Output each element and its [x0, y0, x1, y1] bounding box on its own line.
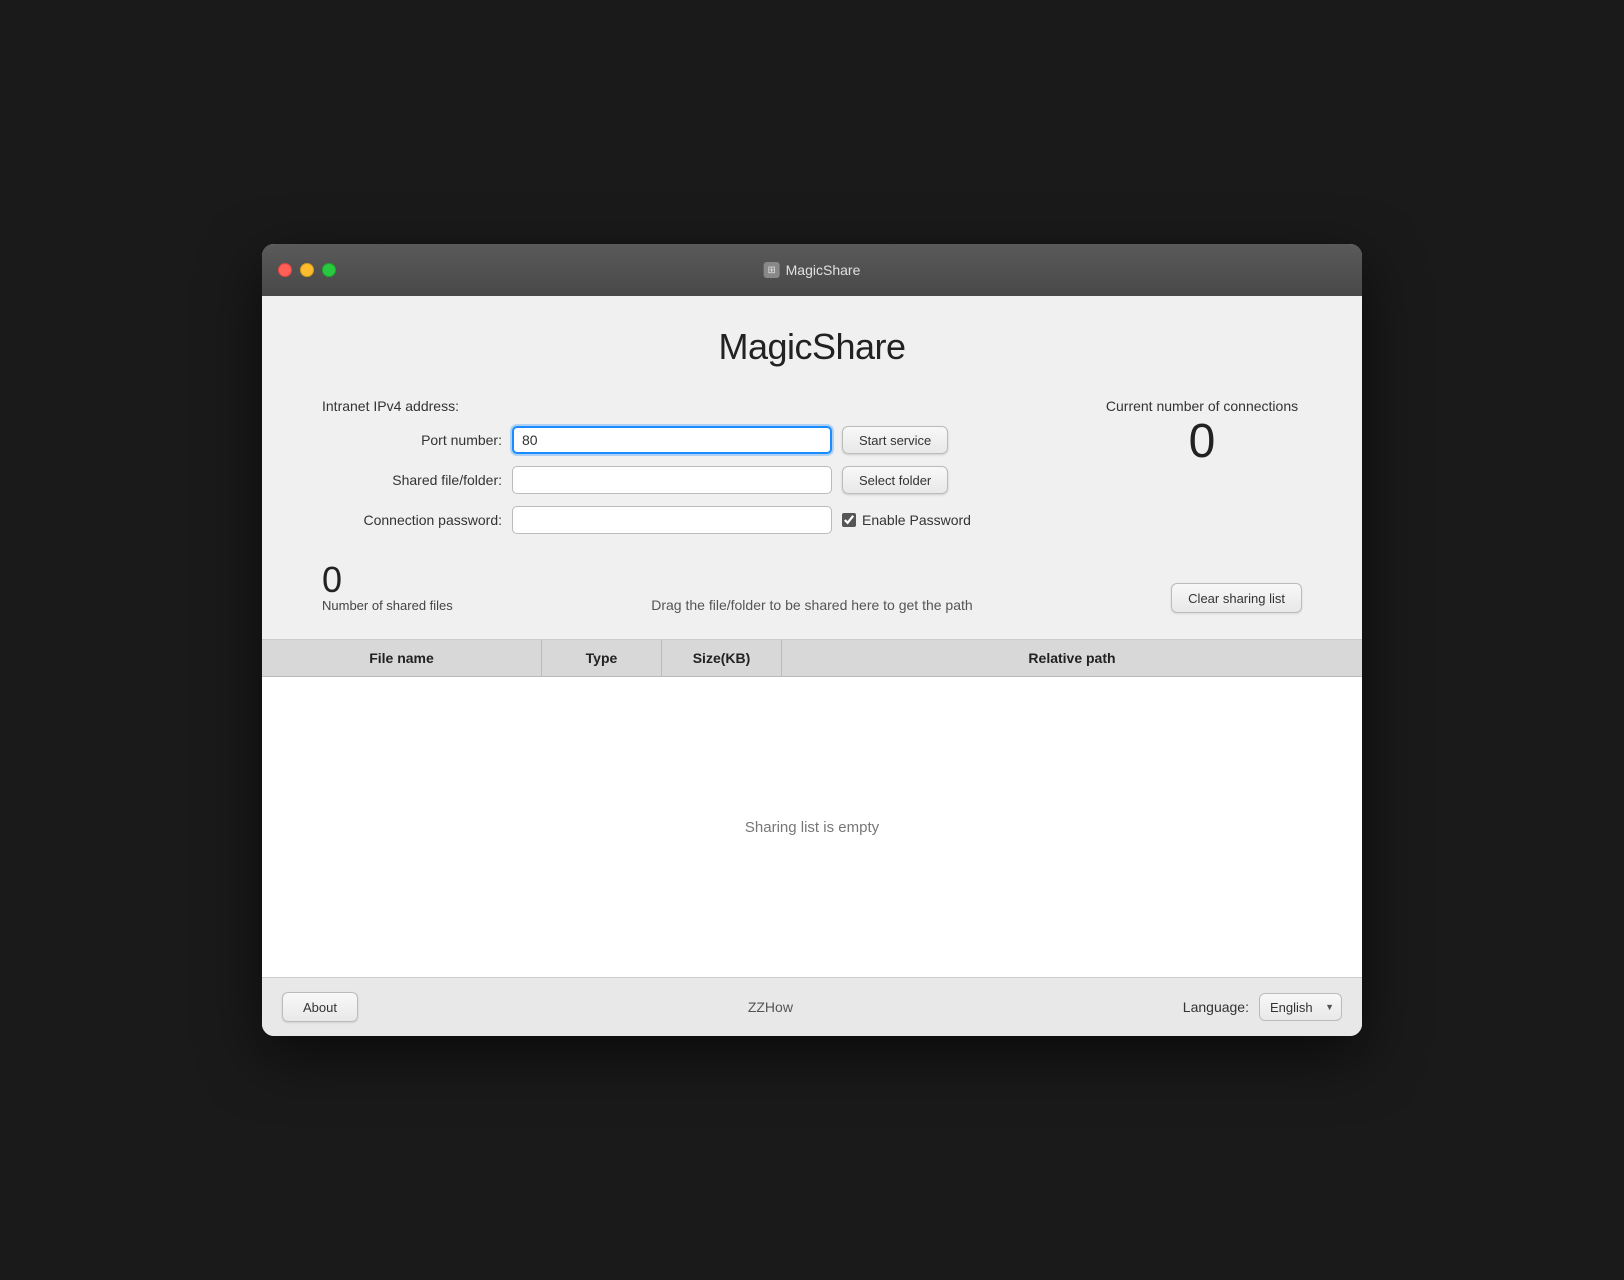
shared-folder-label: Shared file/folder: — [322, 472, 502, 488]
connections-count: 0 — [1102, 418, 1302, 466]
about-button[interactable]: About — [282, 992, 358, 1022]
language-label: Language: — [1183, 999, 1249, 1015]
col-filename: File name — [262, 640, 542, 676]
empty-message: Sharing list is empty — [745, 819, 879, 836]
language-select-wrapper: English 中文 — [1259, 993, 1342, 1021]
minimize-button[interactable] — [300, 263, 314, 277]
col-path: Relative path — [782, 640, 1362, 676]
titlebar-title: ⊞ MagicShare — [764, 262, 861, 278]
stats-row: 0 Number of shared files Drag the file/f… — [322, 562, 1302, 619]
table-header: File name Type Size(KB) Relative path — [262, 640, 1362, 677]
close-button[interactable] — [278, 263, 292, 277]
shared-files-number: 0 — [322, 562, 453, 598]
table-section: File name Type Size(KB) Relative path Sh… — [262, 639, 1362, 977]
col-type: Type — [542, 640, 662, 676]
clear-sharing-list-button[interactable]: Clear sharing list — [1171, 583, 1302, 613]
drag-hint: Drag the file/folder to be shared here t… — [453, 597, 1171, 613]
enable-password-area: Enable Password — [842, 512, 971, 528]
titlebar-text: MagicShare — [786, 262, 861, 278]
shared-folder-row: Shared file/folder: Select folder — [322, 466, 1102, 494]
titlebar: ⊞ MagicShare — [262, 244, 1362, 296]
enable-password-checkbox[interactable] — [842, 513, 856, 527]
password-row: Connection password: Enable Password — [322, 506, 1102, 534]
shared-files-count-area: 0 Number of shared files — [322, 562, 453, 613]
port-row: Port number: Start service — [322, 426, 1102, 454]
connections-area: Current number of connections 0 — [1102, 398, 1302, 466]
app-title: MagicShare — [322, 326, 1302, 368]
language-select[interactable]: English 中文 — [1259, 993, 1342, 1021]
intranet-row: Intranet IPv4 address: — [322, 398, 1102, 414]
traffic-lights — [278, 263, 336, 277]
main-content: MagicShare Intranet IPv4 address: Port n… — [262, 296, 1362, 639]
intranet-label: Intranet IPv4 address: — [322, 398, 459, 414]
shared-folder-input[interactable] — [512, 466, 832, 494]
table-body: Sharing list is empty — [262, 677, 1362, 977]
top-section: Intranet IPv4 address: Port number: Star… — [322, 398, 1302, 546]
footer: About ZZHow Language: English 中文 — [262, 977, 1362, 1036]
port-input[interactable] — [512, 426, 832, 454]
password-label: Connection password: — [322, 512, 502, 528]
form-area: Intranet IPv4 address: Port number: Star… — [322, 398, 1102, 546]
footer-right: Language: English 中文 — [1183, 993, 1342, 1021]
shared-files-label: Number of shared files — [322, 598, 453, 613]
connections-label: Current number of connections — [1102, 398, 1302, 414]
enable-password-label[interactable]: Enable Password — [862, 512, 971, 528]
col-size: Size(KB) — [662, 640, 782, 676]
app-window: ⊞ MagicShare MagicShare Intranet IPv4 ad… — [262, 244, 1362, 1036]
password-input[interactable] — [512, 506, 832, 534]
maximize-button[interactable] — [322, 263, 336, 277]
select-folder-button[interactable]: Select folder — [842, 466, 948, 494]
app-icon: ⊞ — [764, 262, 780, 278]
port-label: Port number: — [322, 432, 502, 448]
footer-brand: ZZHow — [748, 999, 793, 1015]
start-service-button[interactable]: Start service — [842, 426, 948, 454]
